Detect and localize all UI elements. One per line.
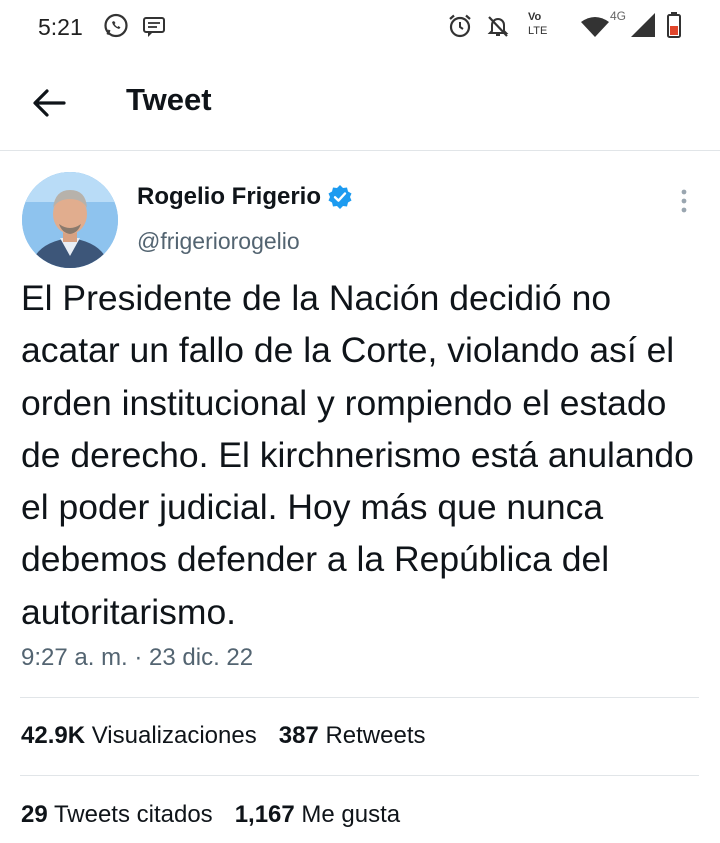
quotes-label: Tweets citados [53,801,213,828]
arrow-left-icon[interactable] [30,86,68,120]
page-title: Tweet [126,82,212,117]
stats-row-2: 29 Tweets citados 1,167 Me gusta [21,801,422,829]
wifi-icon [581,17,609,37]
signal-icon [631,13,655,37]
status-time: 5:21 [38,14,83,40]
retweets-stat[interactable]: 387 Retweets [279,722,426,750]
stats-row-1: 42.9K Visualizaciones 387 Retweets [21,722,447,750]
tweet-text: El Presidente de la Nación decidió no ac… [21,278,694,632]
quotes-count: 29 [21,801,48,828]
likes-stat[interactable]: 1,167 Me gusta [235,801,400,829]
volte-bottom-label: LTE [528,25,548,37]
likes-label: Me gusta [301,801,401,828]
more-options-icon[interactable] [674,188,694,214]
network-type-label: 4G [610,9,627,23]
retweets-count: 387 [278,722,319,749]
top-app-bar: Tweet [0,56,720,151]
mute-icon [487,16,509,37]
whatsapp-icon [104,13,128,38]
avatar[interactable] [22,172,118,268]
views-stat[interactable]: 42.9K Visualizaciones [21,722,257,750]
divider [20,775,699,776]
volte-icon: Vo LTE [528,10,560,42]
status-bar: 5:21 Vo LTE 4G [0,0,720,56]
message-icon [143,17,165,37]
author-name[interactable]: Rogelio Frigerio [137,183,321,211]
alarm-icon [449,14,471,38]
quote-tweets-stat[interactable]: 29 Tweets citados [21,801,213,829]
author-handle[interactable]: @frigeriorogelio [137,228,300,255]
author-name-row[interactable]: Rogelio Frigerio [137,183,353,211]
tweet-timestamp[interactable]: 9:27 a. m. · 23 dic. 22 [21,644,253,672]
battery-icon [667,12,681,38]
retweets-label: Retweets [325,722,426,749]
divider [20,697,699,698]
author-photo [22,172,118,268]
views-count: 42.9K [21,722,86,749]
verified-badge-icon [328,185,352,209]
volte-top-label: Vo [528,11,542,23]
views-label: Visualizaciones [91,722,257,749]
likes-count: 1,167 [234,801,295,828]
